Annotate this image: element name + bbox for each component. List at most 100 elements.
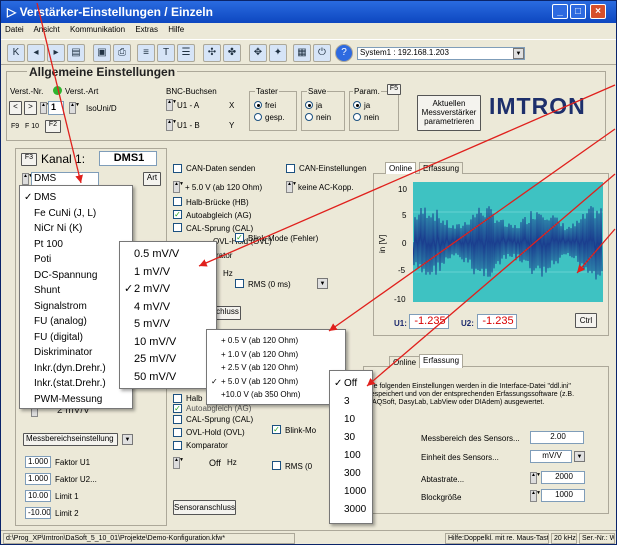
param-yes-radio[interactable]: [353, 101, 361, 109]
menu-ansicht[interactable]: Ansicht: [33, 25, 59, 34]
sensor-type-menu-item[interactable]: Pt 100: [20, 237, 132, 253]
half-bridge-checkbox-lower[interactable]: [173, 394, 182, 403]
range-menu-item[interactable]: 50 mV/V: [120, 369, 216, 387]
sensor-type-menu-item[interactable]: Shunt: [20, 283, 132, 299]
rms-menu-item[interactable]: 1000: [330, 483, 372, 501]
comparator-checkbox[interactable]: [173, 441, 182, 450]
menu-hilfe[interactable]: Hilfe: [168, 25, 184, 34]
chevron-down-icon[interactable]: ▼: [317, 278, 328, 289]
forward-icon[interactable]: ▸: [47, 44, 65, 62]
back-icon[interactable]: ◂: [27, 44, 45, 62]
blink-mode-checkbox-lower[interactable]: ✓: [272, 425, 281, 434]
range-menu-item[interactable]: 5 mV/V: [120, 316, 216, 334]
sensor-type-menu-item[interactable]: FU (analog): [20, 314, 132, 330]
sensor-type-menu-item[interactable]: PWM-Messung: [20, 392, 132, 408]
help-icon[interactable]: ?: [335, 44, 353, 62]
sensor-type-menu-item[interactable]: FU (digital): [20, 330, 132, 346]
bnc-x-spinner[interactable]: ▲▼: [166, 99, 177, 111]
can-settings-checkbox[interactable]: [286, 164, 295, 173]
rms-menu-item[interactable]: ✓ Off: [330, 375, 372, 393]
menu-kommunikation[interactable]: Kommunikation: [70, 25, 125, 34]
save-no-radio[interactable]: [305, 113, 313, 121]
sensor-type-menu-item[interactable]: DC-Spannung: [20, 268, 132, 284]
range-menu-item[interactable]: 4 mV/V: [120, 299, 216, 317]
rms-menu-item[interactable]: 300: [330, 465, 372, 483]
print-icon[interactable]: ⎙: [113, 44, 131, 62]
cal-jump-checkbox[interactable]: [173, 223, 182, 232]
excitation-menu-item[interactable]: + 2.5 V (ab 120 Ohm): [207, 361, 345, 375]
tree-icon[interactable]: ✥: [249, 44, 267, 62]
next-amp-button[interactable]: >: [24, 101, 37, 115]
f5-button[interactable]: F5: [387, 84, 401, 95]
maximize-icon[interactable]: □: [570, 4, 586, 19]
list-icon[interactable]: ≡: [137, 44, 155, 62]
range-menu-item[interactable]: 10 mV/V: [120, 334, 216, 352]
tab-online[interactable]: Online: [385, 162, 417, 174]
bnc-y-spinner[interactable]: ▲▼: [166, 119, 177, 131]
ovl-hold-checkbox-lower[interactable]: [173, 428, 182, 437]
factor-u2-field[interactable]: 1.000: [25, 473, 51, 485]
sensor-connect-button[interactable]: Sensoranschluss: [173, 500, 236, 515]
range-menu-item[interactable]: 0.5 mV/V: [120, 246, 216, 264]
excitation-menu-item[interactable]: + 1.0 V (ab 120 Ohm): [207, 348, 345, 362]
range-settings-select[interactable]: Messbereichseinstellung: [23, 433, 118, 446]
limit2-field[interactable]: -10.00: [25, 507, 51, 519]
ctrl-button[interactable]: Ctrl: [575, 313, 597, 328]
param-no-radio[interactable]: [353, 113, 361, 121]
can-coupling-spinner[interactable]: ▲▼: [286, 181, 297, 193]
menu-datei[interactable]: Datei: [5, 25, 24, 34]
sensor-type-menu-item[interactable]: Inkr.(stat.Drehr.): [20, 376, 132, 392]
save-yes-radio[interactable]: [305, 101, 313, 109]
sensor-type-menu-item[interactable]: Poti: [20, 252, 132, 268]
sensor-type-menu-item[interactable]: ✓ DMS: [20, 190, 132, 206]
chevron-down-icon[interactable]: ▼: [122, 434, 133, 445]
chat-icon[interactable]: ☰: [177, 44, 195, 62]
auto-zero-checkbox-lower[interactable]: ✓: [173, 404, 182, 413]
close-icon[interactable]: ×: [590, 4, 606, 19]
comparator-spinner[interactable]: ▲▼: [173, 457, 184, 469]
sensor-unit-field[interactable]: mV/V: [530, 450, 572, 463]
power-icon[interactable]: ⏻: [313, 44, 331, 62]
sensor-type-menu-item[interactable]: Signalstrom: [20, 299, 132, 315]
sensor-connect-button-partial[interactable]: chluss: [215, 306, 241, 320]
range-menu-item[interactable]: 1 mV/V: [120, 264, 216, 282]
leaf-icon[interactable]: ✣: [203, 44, 221, 62]
rms-menu-item[interactable]: 3000: [330, 501, 372, 519]
capture-tab-online[interactable]: Online: [389, 356, 421, 368]
sensor-range-field[interactable]: 2.00: [530, 431, 584, 444]
rms-checkbox-lower[interactable]: [272, 461, 281, 470]
channel-name-field[interactable]: DMS1: [99, 151, 157, 166]
factor-u1-field[interactable]: 1.000: [25, 456, 51, 468]
block-size-spinner[interactable]: ▲▼: [530, 490, 541, 502]
taster-free-radio[interactable]: [254, 101, 262, 109]
system-select[interactable]: System1 : 192.168.1.203: [357, 47, 525, 60]
limit1-field[interactable]: 10.00: [25, 490, 51, 502]
apply-amplifier-button[interactable]: Aktuellen Messverstärker parametrieren: [417, 95, 481, 131]
prev-amp-button[interactable]: <: [9, 101, 22, 115]
auto-zero-checkbox[interactable]: ✓: [173, 210, 182, 219]
cal-jump-checkbox-lower[interactable]: [173, 415, 182, 424]
open-icon[interactable]: K: [7, 44, 25, 62]
can-send-checkbox[interactable]: [173, 164, 182, 173]
taster-locked-radio[interactable]: [254, 113, 262, 121]
f3-button[interactable]: F3: [21, 153, 37, 166]
capture-tab-capture[interactable]: Erfassung: [419, 354, 464, 368]
rms-menu-item[interactable]: 10: [330, 411, 372, 429]
menu-extras[interactable]: Extras: [135, 25, 158, 34]
tree-alt-icon[interactable]: ✦: [269, 44, 287, 62]
amp-nr-field[interactable]: 1: [48, 101, 64, 115]
excitation-menu-item[interactable]: +10.0 V (ab 350 Ohm): [207, 388, 345, 402]
art-button[interactable]: Art: [143, 172, 161, 186]
folder-icon[interactable]: ▤: [67, 44, 85, 62]
excitation-spinner[interactable]: ▲▼: [173, 181, 184, 193]
sample-rate-field[interactable]: 2000: [541, 471, 585, 484]
amp-type-spinner[interactable]: ▲▼: [69, 102, 80, 114]
chevron-down-icon[interactable]: ▼: [574, 451, 585, 462]
table-icon[interactable]: T: [157, 44, 175, 62]
amp-nr-spinner[interactable]: ▲▼: [40, 102, 51, 114]
block-size-field[interactable]: 1000: [541, 489, 585, 502]
rms-menu-item[interactable]: 30: [330, 429, 372, 447]
excitation-menu-item[interactable]: ✓ + 5.0 V (ab 120 Ohm): [207, 375, 345, 389]
sensor-type-menu-item[interactable]: Fe CuNi (J, L): [20, 206, 132, 222]
sensor-type-field[interactable]: DMS: [31, 172, 99, 186]
